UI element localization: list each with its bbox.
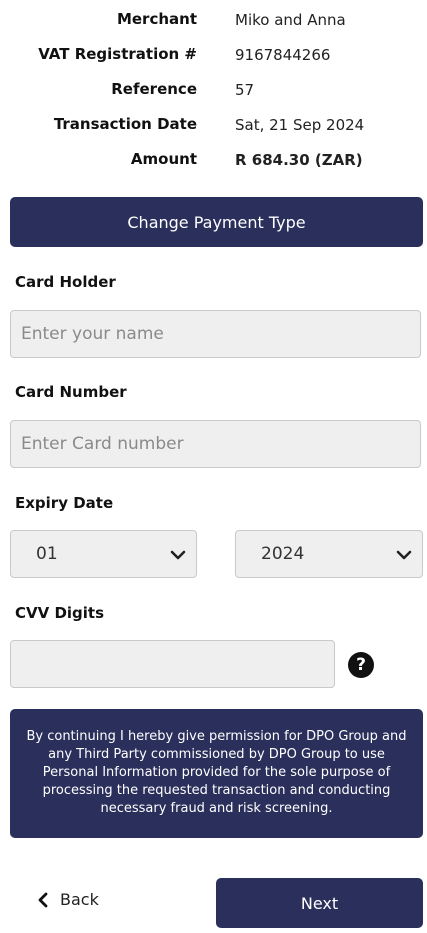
vat-value: 9167844266 (235, 46, 331, 64)
expiry-month-value: 01 (36, 544, 58, 564)
transaction-date-value: Sat, 21 Sep 2024 (235, 116, 365, 134)
card-number-label: Card Number (15, 383, 127, 401)
merchant-value: Miko and Anna (235, 11, 346, 29)
change-payment-type-button[interactable]: Change Payment Type (10, 197, 423, 247)
merchant-row: Merchant Miko and Anna (0, 10, 427, 34)
next-button[interactable]: Next (216, 878, 423, 928)
cvv-input[interactable] (10, 640, 335, 688)
back-button[interactable]: Back (36, 890, 99, 909)
reference-row: Reference 57 (0, 80, 427, 104)
card-holder-input[interactable] (10, 310, 421, 358)
expiry-year-value: 2024 (261, 544, 305, 564)
transaction-date-label: Transaction Date (53, 115, 197, 133)
expiry-year-select[interactable]: 2024 (235, 530, 423, 578)
vat-row: VAT Registration # 9167844266 (0, 45, 427, 69)
consent-notice-text: By continuing I hereby give permission f… (26, 729, 407, 816)
chevron-down-icon (396, 550, 412, 560)
reference-value: 57 (235, 81, 255, 99)
expiry-month-select[interactable]: 01 (10, 530, 197, 578)
question-circle-icon[interactable]: ? (348, 652, 374, 678)
vat-label: VAT Registration # (38, 45, 197, 63)
reference-label: Reference (111, 80, 197, 98)
chevron-down-icon (170, 550, 186, 560)
card-number-input[interactable] (10, 420, 421, 468)
card-holder-label: Card Holder (15, 273, 116, 291)
merchant-label: Merchant (116, 10, 197, 28)
consent-notice: By continuing I hereby give permission f… (10, 709, 423, 838)
amount-label: Amount (130, 150, 197, 168)
amount-row: Amount R 684.30 (ZAR) (0, 150, 427, 174)
cvv-label: CVV Digits (15, 604, 105, 622)
expiry-date-label: Expiry Date (15, 494, 114, 512)
transaction-date-row: Transaction Date Sat, 21 Sep 2024 (0, 115, 427, 139)
chevron-left-icon (38, 892, 48, 907)
amount-value: R 684.30 (ZAR) (235, 151, 363, 169)
back-label: Back (60, 890, 99, 909)
